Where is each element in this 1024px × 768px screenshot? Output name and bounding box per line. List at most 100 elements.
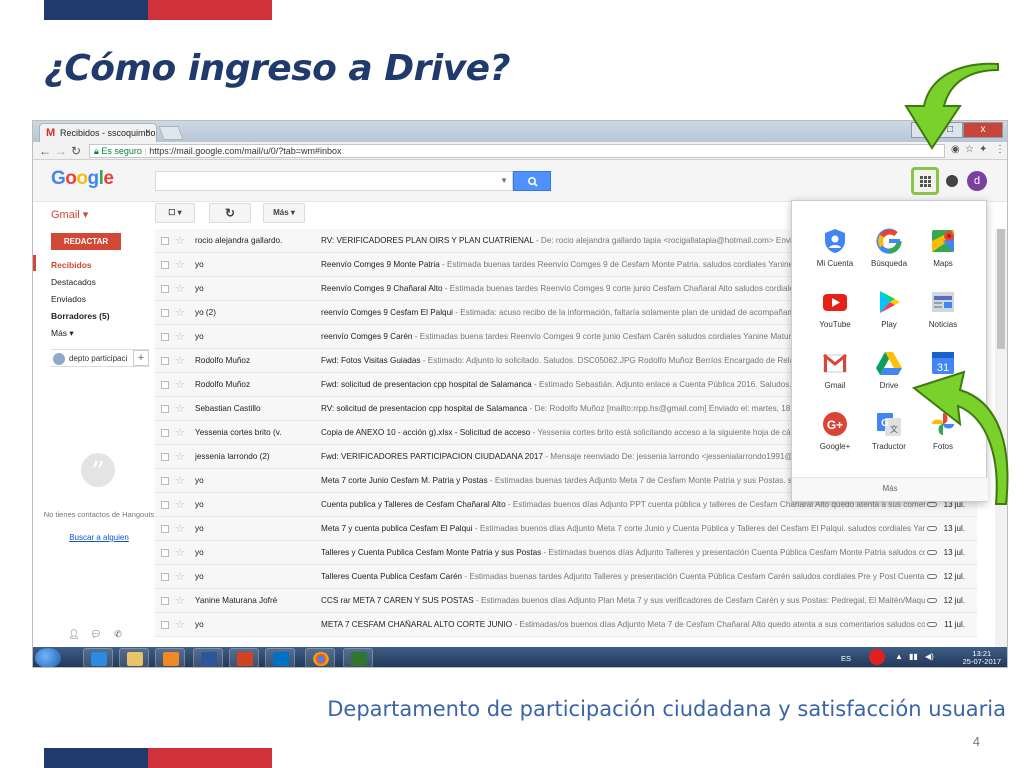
eye-extension-icon[interactable]: ◉ <box>951 144 960 155</box>
row-checkbox[interactable] <box>161 333 169 341</box>
app-translate[interactable]: G 文 Traductor <box>862 410 916 462</box>
url-field[interactable]: 🔒︎ Es seguro | https://mail.google.com/m… <box>89 144 945 158</box>
row-checkbox[interactable] <box>161 573 169 581</box>
nav-mas[interactable]: Más ▾ <box>51 328 74 339</box>
row-checkbox[interactable] <box>161 501 169 509</box>
volume-icon[interactable]: ◀) <box>925 652 934 661</box>
star-icon[interactable]: ☆ <box>175 282 185 295</box>
new-tab-button[interactable] <box>158 126 184 140</box>
more-actions-button[interactable]: Más ▾ <box>263 203 305 223</box>
taskbar-explorer[interactable] <box>119 648 149 667</box>
app-youtube[interactable]: YouTube <box>808 288 862 340</box>
add-contact-button[interactable]: + <box>133 350 149 366</box>
row-checkbox[interactable] <box>161 597 169 605</box>
reload-icon[interactable]: ↻ <box>71 144 81 158</box>
message-row[interactable]: ☆ yo Talleres y Cuenta Publica Cesfam Mont… <box>155 541 977 565</box>
row-checkbox[interactable] <box>161 525 169 533</box>
star-icon[interactable]: ☆ <box>175 570 185 583</box>
language-indicator[interactable]: ES <box>841 654 851 663</box>
taskbar-powerpoint[interactable] <box>229 648 259 667</box>
taskbar-media[interactable] <box>155 648 185 667</box>
taskbar-clock[interactable]: 13:21 25-07-2017 <box>963 650 1001 666</box>
taskbar-project[interactable] <box>343 648 373 667</box>
tab-close-icon[interactable]: × <box>145 127 151 138</box>
refresh-button[interactable]: ↻ <box>209 203 251 223</box>
row-checkbox[interactable] <box>161 357 169 365</box>
app-drive[interactable]: Drive <box>862 349 916 401</box>
search-input[interactable]: ▼ <box>155 171 513 191</box>
app-calendar[interactable]: 31 <box>916 349 970 401</box>
star-icon[interactable]: ☆ <box>175 546 185 559</box>
row-checkbox[interactable] <box>161 261 169 269</box>
star-icon[interactable]: ☆ <box>175 330 185 343</box>
windows-start-button[interactable] <box>35 648 61 667</box>
star-icon[interactable]: ☆ <box>175 426 185 439</box>
taskbar-word[interactable] <box>193 648 223 667</box>
extension-icon[interactable]: ✦ <box>979 144 987 155</box>
app-google-plus[interactable]: G+ Google+ <box>808 410 862 462</box>
star-icon[interactable]: ☆ <box>175 450 185 463</box>
contacts-person-icon[interactable]: 👤︎ <box>63 629 85 640</box>
message-row[interactable]: ☆ yo META 7 CESFAM CHAÑARAL ALTO CORTE JUN… <box>155 613 977 637</box>
row-checkbox[interactable] <box>161 453 169 461</box>
google-apps-button[interactable] <box>911 167 939 195</box>
star-icon[interactable]: ☆ <box>175 522 185 535</box>
nav-enviados[interactable]: Enviados <box>51 294 86 304</box>
network-icon[interactable]: ▮▮ <box>909 652 918 661</box>
select-all-button[interactable]: ☐ ▾ <box>155 203 195 223</box>
taskbar-ie[interactable] <box>83 648 113 667</box>
close-window-button[interactable]: x <box>963 122 1003 138</box>
nav-borradores[interactable]: Borradores (5) <box>51 311 110 321</box>
menu-kebab-icon[interactable]: ⋮ <box>995 144 1005 155</box>
app-play[interactable]: Play <box>862 288 916 340</box>
hangouts-user[interactable]: depto participaci + <box>51 349 149 367</box>
row-checkbox[interactable] <box>161 429 169 437</box>
star-icon[interactable]: ☆ <box>175 474 185 487</box>
scrollbar-thumb[interactable] <box>997 229 1005 349</box>
star-bookmark-icon[interactable]: ☆ <box>965 144 974 155</box>
hangouts-chat-icon[interactable]: 💬︎ <box>85 629 107 640</box>
account-avatar[interactable]: d <box>967 171 987 191</box>
nav-recibidos[interactable]: Recibidos <box>51 260 92 270</box>
row-checkbox[interactable] <box>161 549 169 557</box>
star-icon[interactable]: ☆ <box>175 402 185 415</box>
row-checkbox[interactable] <box>161 405 169 413</box>
phone-icon[interactable]: ✆ <box>107 629 129 640</box>
antivirus-tray-icon[interactable] <box>869 649 885 665</box>
app-gmail[interactable]: Gmail <box>808 349 862 401</box>
taskbar-chrome[interactable] <box>305 648 335 667</box>
star-icon[interactable]: ☆ <box>175 306 185 319</box>
nav-destacados[interactable]: Destacados <box>51 277 96 287</box>
find-someone-link[interactable]: Buscar a alguien <box>39 533 159 542</box>
row-checkbox[interactable] <box>161 309 169 317</box>
notifications-icon[interactable] <box>946 175 958 187</box>
row-checkbox[interactable] <box>161 477 169 485</box>
star-icon[interactable]: ☆ <box>175 498 185 511</box>
row-checkbox[interactable] <box>161 285 169 293</box>
back-icon[interactable]: ← <box>39 144 51 158</box>
star-icon[interactable]: ☆ <box>175 234 185 247</box>
message-row[interactable]: ☆ yo Talleres Cuenta Publica Cesfam Carén … <box>155 565 977 589</box>
star-icon[interactable]: ☆ <box>175 258 185 271</box>
app-maps[interactable]: Maps <box>916 227 970 279</box>
forward-icon[interactable]: → <box>55 144 67 158</box>
message-row[interactable]: ☆ yo Meta 7 y cuenta publica Cesfam El Pal… <box>155 517 977 541</box>
app-google-g[interactable]: Búsqueda <box>862 227 916 279</box>
row-checkbox[interactable] <box>161 621 169 629</box>
message-list-scrollbar[interactable] <box>995 229 1007 649</box>
row-checkbox[interactable] <box>161 237 169 245</box>
taskbar-outlook[interactable] <box>265 648 295 667</box>
search-button[interactable] <box>513 171 551 191</box>
star-icon[interactable]: ☆ <box>175 618 185 631</box>
browser-tab-recibidos[interactable]: M Recibidos - sscoquimbo. × <box>39 123 157 142</box>
apps-more-button[interactable]: Más <box>792 477 988 501</box>
star-icon[interactable]: ☆ <box>175 378 185 391</box>
gmail-menu-label[interactable]: Gmail ▾ <box>51 208 88 221</box>
message-row[interactable]: ☆ Yanine Maturana Jofré CCS rar META 7 CAR… <box>155 589 977 613</box>
app-account-shield[interactable]: Mi Cuenta <box>808 227 862 279</box>
app-photos[interactable]: Fotos <box>916 410 970 462</box>
row-checkbox[interactable] <box>161 381 169 389</box>
star-icon[interactable]: ☆ <box>175 594 185 607</box>
maximize-button[interactable]: □ <box>937 122 963 138</box>
minimize-button[interactable]: – <box>911 122 937 138</box>
